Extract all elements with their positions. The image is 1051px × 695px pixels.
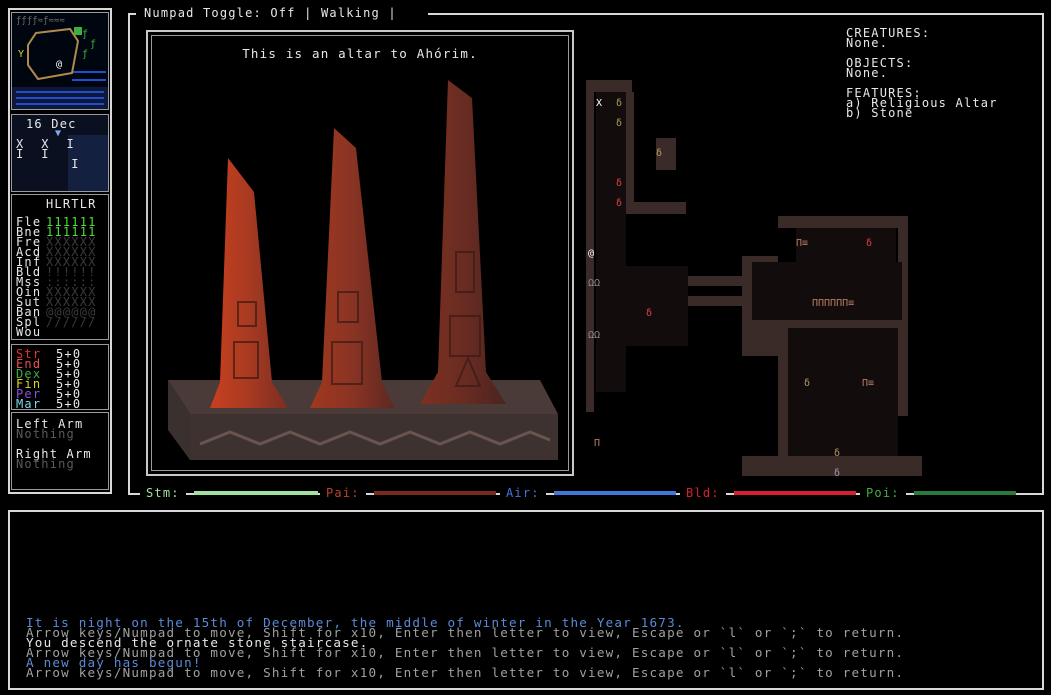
svg-text:δ: δ	[616, 98, 622, 109]
svg-text:δ: δ	[834, 448, 840, 459]
svg-text:δ: δ	[646, 308, 652, 319]
spire-left	[210, 158, 288, 408]
movement-mode: Walking	[320, 6, 380, 20]
calendar-row-3: I	[46, 157, 80, 171]
svg-text:ƒ: ƒ	[82, 49, 88, 60]
creatures-value: None.	[846, 36, 889, 50]
numpad-toggle[interactable]: Numpad Toggle: Off	[144, 6, 296, 20]
air-bar	[554, 491, 676, 495]
poison-bar	[914, 491, 1016, 495]
right-arm-value[interactable]: Nothing	[16, 458, 75, 470]
svg-text:ΠΠΠΠΠΠ≡: ΠΠΠΠΠΠ≡	[812, 298, 854, 309]
minimap[interactable]: ƒƒƒ Y ƒƒƒƒ≈ƒ≈≈≈ @	[11, 12, 109, 110]
feature-b[interactable]: b) Stone	[846, 107, 913, 119]
title-separator: |	[304, 6, 313, 20]
svg-text:ΩΩ: ΩΩ	[588, 330, 600, 341]
svg-text:ƒ: ƒ	[82, 29, 88, 40]
stamina-bar	[194, 491, 318, 495]
message-log: It is night on the 15th of December, the…	[8, 510, 1044, 690]
log-line: Arrow keys/Numpad to move, Shift for x10…	[26, 665, 905, 680]
title-rule-right	[428, 13, 1044, 15]
svg-text:δ: δ	[804, 378, 810, 389]
blood-label: Bld:	[680, 487, 726, 499]
stamina-label: Stm:	[140, 487, 186, 499]
dungeon-map[interactable]: X δ δ δ δ δ @ ΩΩ ΩΩ δ Π≡ δ ΠΠΠΠΠΠ≡ δ Π≡ …	[582, 76, 942, 486]
altar-image	[168, 80, 558, 460]
svg-text:@: @	[588, 248, 594, 259]
calendar-panel: 16 Dec ▼ X X I I I I	[11, 114, 109, 192]
title-text: Numpad Toggle: Off | Walking |	[140, 7, 401, 19]
svg-text:Y: Y	[18, 49, 24, 60]
poison-label: Poi:	[860, 487, 906, 499]
map-frame-left-rule	[128, 13, 130, 495]
svg-text:Π≡: Π≡	[796, 238, 808, 249]
left-arm-value[interactable]: Nothing	[16, 428, 75, 440]
svg-text:@: @	[56, 59, 62, 70]
wounds-header: HLRTLR	[46, 197, 97, 211]
wound-label-wou: Wou	[16, 325, 42, 339]
attributes-panel: Str 5+0 End 5+0 Dex 5+0 Fin 5+0 Per 5+0 Mar 5+0	[11, 344, 109, 410]
calendar-date: 16 Dec	[26, 117, 77, 131]
pain-label: Pai:	[320, 487, 366, 499]
svg-text:Π≡: Π≡	[862, 378, 874, 389]
equipment-panel: Left Arm Nothing Right Arm Nothing	[11, 412, 109, 490]
svg-text:X: X	[596, 98, 602, 109]
calendar-row-2: I I	[16, 147, 50, 161]
map-frame-right-rule	[1042, 13, 1044, 495]
svg-text:Π: Π	[594, 438, 600, 449]
svg-text:δ: δ	[866, 238, 872, 249]
attribute-value-mar: 5+0	[56, 397, 82, 411]
svg-text:δ: δ	[616, 198, 622, 209]
svg-text:ƒ: ƒ	[90, 39, 96, 50]
object-viewer: This is an altar to Ahórim.	[146, 30, 574, 476]
spire-middle	[310, 128, 394, 408]
svg-text:ΩΩ: ΩΩ	[588, 278, 600, 289]
svg-text:ƒƒƒƒ≈ƒ≈≈≈: ƒƒƒƒ≈ƒ≈≈≈	[16, 16, 65, 26]
svg-text:δ: δ	[616, 118, 622, 129]
wound-value-spl: //////	[46, 315, 97, 329]
objects-value: None.	[846, 66, 889, 80]
top-status-bar: Numpad Toggle: Off | Walking |	[128, 6, 1044, 20]
attribute-label-mar: Mar	[16, 397, 42, 411]
pain-bar	[374, 491, 496, 495]
svg-text:δ: δ	[616, 178, 622, 189]
minimap-terrain: ƒƒƒ Y ƒƒƒƒ≈ƒ≈≈≈ @	[12, 16, 108, 109]
svg-text:δ: δ	[834, 468, 840, 479]
svg-text:δ: δ	[656, 148, 662, 159]
wounds-panel: HLRTLR Fle 111111 Bne 111111 Fre XXXXXX Acd XXX…	[11, 194, 109, 340]
title-separator-end: |	[388, 6, 397, 20]
blood-bar	[734, 491, 856, 495]
air-label: Air:	[500, 487, 546, 499]
